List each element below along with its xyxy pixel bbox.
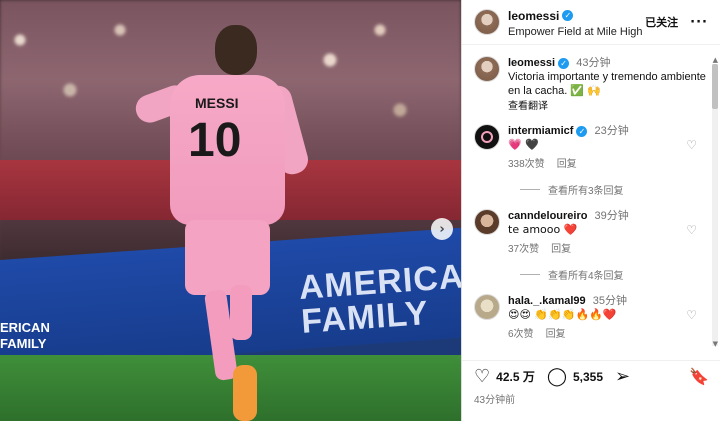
comment-bubble-icon: ◯ <box>546 365 567 387</box>
scroll-up-arrow-icon[interactable]: ▲ <box>713 56 718 64</box>
comment-text: 😍😍 👏👏👏🔥🔥❤️ <box>508 308 617 321</box>
comment-username[interactable]: canndeloureiro <box>508 210 587 222</box>
header-username[interactable]: leomessi ✓ <box>508 9 574 23</box>
reply-button[interactable]: 回复 <box>557 158 577 172</box>
comment-username[interactable]: hala._.kamal99 <box>508 295 586 307</box>
post-photo[interactable]: AMERICAN FAMILY ERICAN FAMILY SURANCE ME… <box>0 0 461 421</box>
comment-item: hala._.kamal99 35分钟 😍😍 👏👏👏🔥🔥❤️ 6次赞 回复 ♡ <box>474 294 709 342</box>
like-comment-heart-icon[interactable]: ♡ <box>686 223 697 237</box>
comment-time: 39分钟 <box>594 210 629 222</box>
caption-time: 43分钟 <box>576 57 611 69</box>
caption-text: Victoria importante y tremendo ambiente … <box>508 71 706 97</box>
like-button[interactable]: ♡ 42.5 万 <box>474 365 535 387</box>
translate-link[interactable]: 查看翻译 <box>508 100 709 114</box>
comments-list[interactable]: leomessi ✓ 43分钟 Victoria importante y tr… <box>462 46 720 354</box>
comment-text: te amooo ❤️ <box>508 223 578 236</box>
comment-time: 35分钟 <box>592 295 627 307</box>
post-header: leomessi ✓ Empower Field at Mile High 已关… <box>462 0 720 45</box>
like-comment-heart-icon[interactable]: ♡ <box>686 308 697 322</box>
caption: leomessi ✓ 43分钟 Victoria importante y tr… <box>474 56 709 114</box>
comment-count: 5,355 <box>573 369 604 384</box>
like-count: 42.5 万 <box>496 370 535 384</box>
more-options-icon[interactable]: ··· <box>690 15 708 30</box>
heart-icon: ♡ <box>474 365 491 387</box>
avatar[interactable] <box>474 56 500 82</box>
comment-likes[interactable]: 37次赞 <box>508 243 539 257</box>
share-button[interactable]: ➢ <box>615 365 636 387</box>
avatar[interactable] <box>474 124 500 150</box>
like-comment-heart-icon[interactable]: ♡ <box>686 138 697 152</box>
jersey-name: MESSI <box>195 95 239 111</box>
comments-scrollbar[interactable] <box>712 64 718 346</box>
location-link[interactable]: Empower Field at Mile High <box>508 26 645 38</box>
comment-button[interactable]: ◯ 5,355 <box>546 365 604 387</box>
paper-plane-icon: ➢ <box>615 365 631 387</box>
bookmark-icon[interactable]: 🔖 <box>689 367 709 386</box>
verified-badge-icon: ✓ <box>558 58 570 69</box>
comment-text: 💗 🖤 <box>508 138 539 151</box>
view-replies-button[interactable]: 查看所有3条回复 <box>520 182 709 197</box>
avatar[interactable] <box>474 294 500 320</box>
comment-username[interactable]: intermiamicf <box>508 125 573 137</box>
comment-likes[interactable]: 6次赞 <box>508 328 534 342</box>
verified-badge-icon: ✓ <box>562 10 574 21</box>
caption-username[interactable]: leomessi <box>508 57 555 69</box>
following-button[interactable]: 已关注 <box>645 14 678 30</box>
comment-likes[interactable]: 338次赞 <box>508 158 545 172</box>
next-photo-button[interactable]: › <box>431 218 453 240</box>
action-bar: ♡ 42.5 万 ◯ 5,355 ➢ 🔖 <box>462 360 720 392</box>
jersey-number: 10 <box>188 114 242 167</box>
scroll-down-arrow-icon[interactable]: ▼ <box>713 340 718 348</box>
verified-badge-icon: ✓ <box>576 126 588 137</box>
reply-button[interactable]: 回复 <box>551 243 571 257</box>
reply-button[interactable]: 回复 <box>546 328 566 342</box>
post-sidebar: leomessi ✓ Empower Field at Mile High 已关… <box>461 0 720 421</box>
comment-item: canndeloureiro 39分钟 te amooo ❤️ 37次赞 回复 … <box>474 209 709 257</box>
player-figure: MESSI 10 <box>130 25 330 421</box>
avatar[interactable] <box>474 9 500 35</box>
comment-time: 23分钟 <box>594 125 629 137</box>
chevron-right-icon: › <box>439 221 445 237</box>
view-replies-button[interactable]: 查看所有4条回复 <box>520 267 709 282</box>
scrollbar-thumb[interactable] <box>712 64 718 109</box>
comment-item: intermiamicf ✓ 23分钟 💗 🖤 338次赞 回复 ♡ <box>474 124 709 172</box>
post-timestamp: 43分钟前 <box>474 395 516 406</box>
avatar[interactable] <box>474 209 500 235</box>
